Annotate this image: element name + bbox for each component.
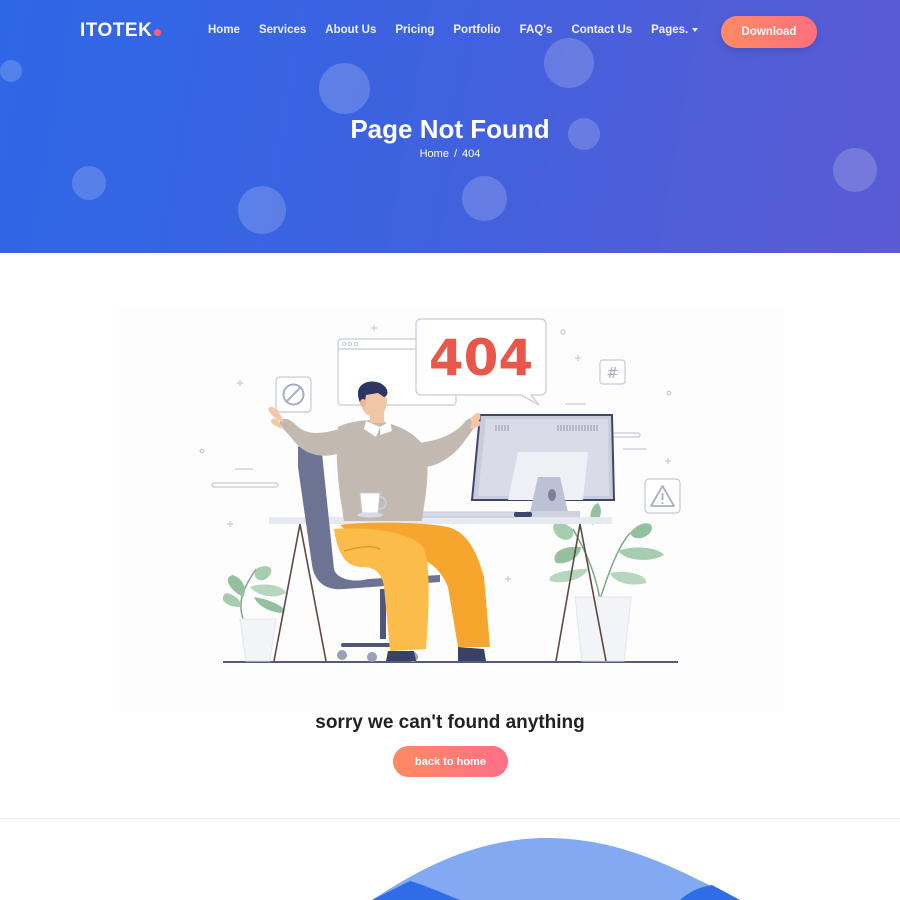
- nav-item-faqs[interactable]: FAQ's: [520, 24, 553, 36]
- decor-bubble: [319, 63, 370, 114]
- nav-item-services[interactable]: Services: [259, 24, 306, 36]
- caret-down-icon: [692, 27, 699, 32]
- breadcrumb-separator: /: [453, 148, 458, 160]
- nav-item-contact-us[interactable]: Contact Us: [571, 24, 632, 36]
- nav-item-pages-label: Pages.: [651, 24, 689, 36]
- mouse-icon: [514, 512, 532, 517]
- download-button[interactable]: Download: [721, 16, 817, 48]
- nav-item-about-us[interactable]: About Us: [325, 24, 376, 36]
- hero-header: ITOTEK Home Services About Us Pricing Po…: [0, 0, 900, 253]
- nav-item-portfolio[interactable]: Portfolio: [453, 24, 500, 36]
- breadcrumb-current: 404: [462, 148, 481, 160]
- svg-text:#: #: [606, 364, 619, 382]
- decor-bubble: [238, 186, 286, 234]
- brand-dot-icon: [154, 29, 162, 36]
- footer-wave-decor: [372, 837, 740, 900]
- decor-bubble: [544, 38, 594, 88]
- hash-icon: #: [599, 359, 626, 385]
- not-found-message: sorry we can't found anything: [315, 712, 585, 733]
- nav-item-pricing[interactable]: Pricing: [395, 24, 434, 36]
- breadcrumb-home-link[interactable]: Home: [420, 148, 449, 160]
- warning-icon: [644, 478, 681, 514]
- decor-bubble: [0, 60, 22, 82]
- main-nav: Home Services About Us Pricing Portfolio…: [208, 24, 717, 36]
- error-illustration-svg: 404 #: [199, 318, 681, 663]
- nav-item-pages-dropdown[interactable]: Pages.: [651, 24, 699, 36]
- nav-item-home[interactable]: Home: [208, 24, 240, 36]
- brand-name: ITOTEK: [80, 20, 153, 41]
- ban-icon: [275, 376, 312, 413]
- keyboard-icon: [407, 511, 519, 518]
- brand-logo[interactable]: ITOTEK: [80, 20, 162, 42]
- page-title: Page Not Found: [350, 114, 550, 144]
- plant-icon: [549, 503, 664, 662]
- error-illustration: 404 #: [118, 307, 784, 711]
- decor-bubble: [462, 176, 507, 221]
- back-to-home-button[interactable]: back to home: [393, 746, 508, 777]
- monitor-icon: [470, 414, 616, 517]
- breadcrumb: Home / 404: [0, 148, 900, 160]
- decor-bubble: [72, 166, 106, 200]
- error-code-text: 404: [429, 329, 533, 387]
